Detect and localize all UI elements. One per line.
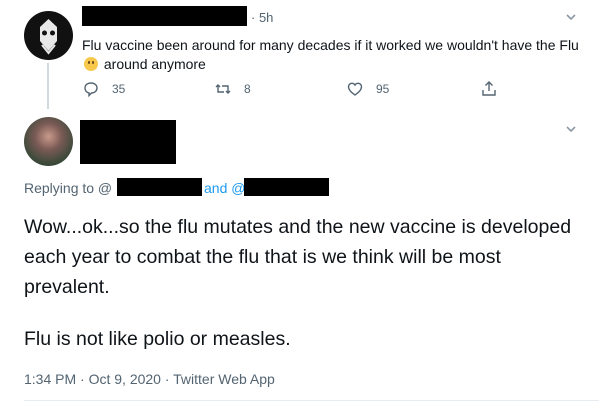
- share-action[interactable]: [480, 80, 498, 98]
- reply-action[interactable]: 35: [82, 80, 125, 98]
- share-icon: [482, 81, 496, 96]
- redacted-mention: [244, 178, 329, 196]
- tweet-text: Flu vaccine been around for many decades…: [82, 36, 582, 74]
- like-action[interactable]: 95: [346, 80, 389, 98]
- redacted-author-name: [82, 6, 247, 26]
- tweet-paragraph: Wow...ok...so the flu mutates and the ne…: [24, 216, 572, 298]
- and-mention-label[interactable]: and @: [204, 180, 245, 196]
- heart-icon: [347, 82, 363, 96]
- tweet-time: · 5h: [251, 10, 274, 25]
- avatar[interactable]: [24, 11, 73, 60]
- redacted-author-name: [80, 120, 176, 164]
- reply-icon: [84, 82, 98, 98]
- avatar-emblem-icon: [40, 19, 57, 55]
- retweet-action[interactable]: 8: [214, 80, 251, 98]
- chevron-down-icon[interactable]: [564, 10, 578, 27]
- tweet-body: Wow...ok...so the flu mutates and the ne…: [24, 212, 584, 354]
- reply-count: 35: [112, 82, 126, 96]
- divider: [24, 400, 599, 401]
- tweet-paragraph: Flu is not like polio or measles.: [24, 328, 291, 350]
- thinking-face-emoji-icon: [84, 57, 98, 71]
- tweet-text-part1: Flu vaccine been around for many decades…: [82, 37, 579, 53]
- retweet-icon: [215, 84, 231, 94]
- redacted-mention: [117, 178, 202, 196]
- replying-to-line: Replying to @: [24, 180, 112, 196]
- tweet-timestamp[interactable]: 1:34 PM · Oct 9, 2020 · Twitter Web App: [24, 371, 275, 387]
- thread-connector-line: [47, 63, 49, 109]
- replying-to-label: Replying to @: [24, 180, 113, 196]
- avatar[interactable]: [24, 117, 73, 166]
- tweet-text-part2: around anymore: [103, 56, 206, 72]
- chevron-down-icon[interactable]: [564, 122, 578, 139]
- like-count: 95: [376, 82, 390, 96]
- retweet-count: 8: [244, 82, 251, 96]
